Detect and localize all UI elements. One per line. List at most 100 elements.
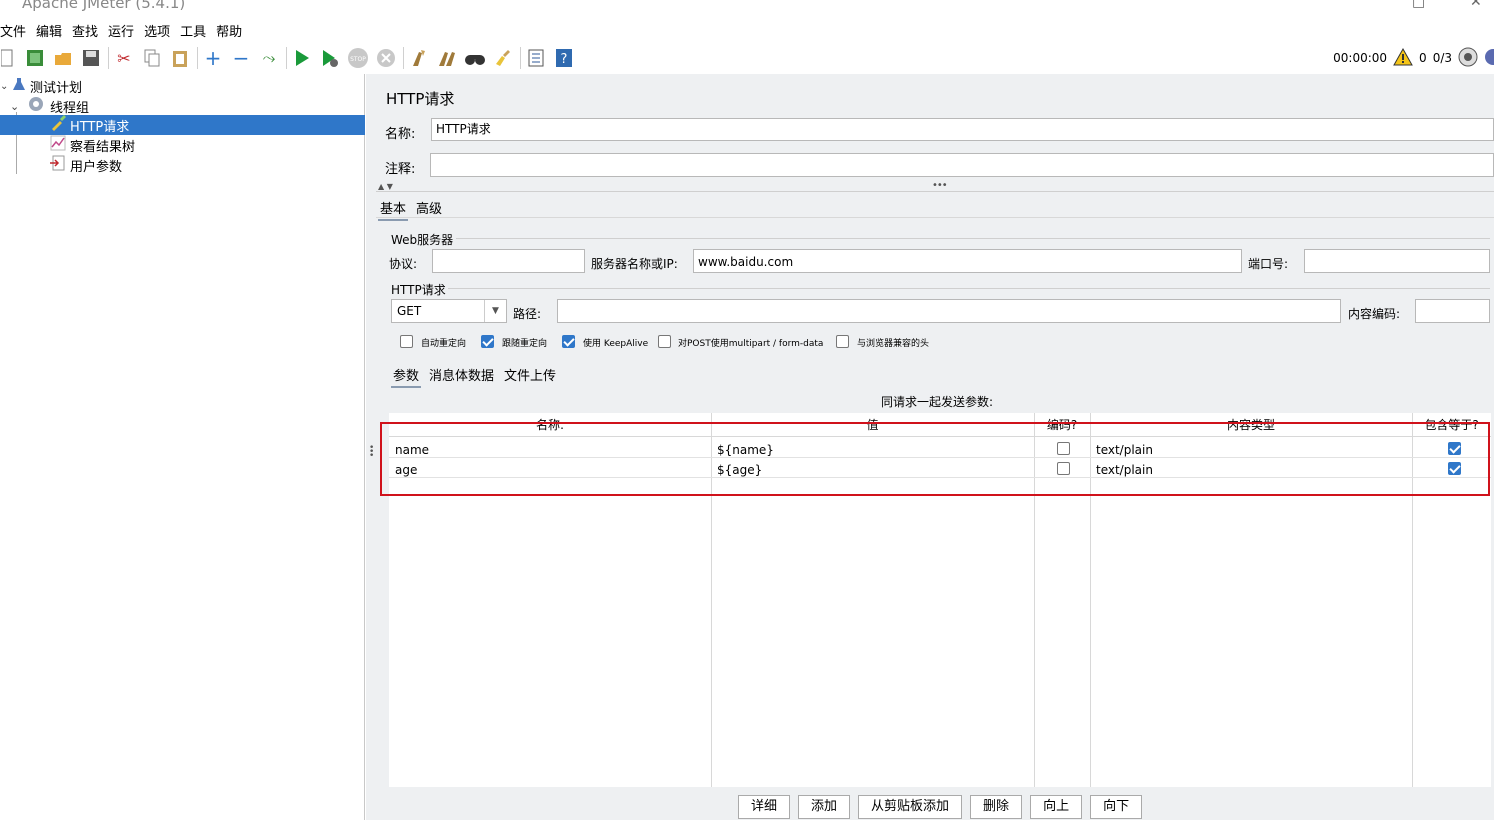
menu-help[interactable]: 帮助 xyxy=(210,21,242,40)
log-viewer-icon[interactable] xyxy=(1484,47,1494,70)
maximize-button[interactable]: □ xyxy=(1412,0,1425,10)
stop-icon[interactable]: STOP xyxy=(347,47,369,69)
param-name-cell[interactable]: name xyxy=(395,443,429,457)
add-button[interactable]: 添加 xyxy=(798,795,851,819)
menu-tools[interactable]: 工具 xyxy=(174,21,206,40)
warning-icon[interactable] xyxy=(1393,47,1413,69)
name-input[interactable]: HTTP请求 xyxy=(431,118,1494,141)
fieldset-border xyxy=(448,288,1490,289)
collapse-toggle-icon[interactable]: ⌄ xyxy=(0,81,12,92)
clear-icon[interactable] xyxy=(408,47,430,69)
move-down-button[interactable]: 向下 xyxy=(1090,795,1143,819)
param-value-cell[interactable]: ${name} xyxy=(717,443,774,457)
search-icon[interactable] xyxy=(464,47,486,69)
param-value-cell[interactable]: ${age} xyxy=(717,463,762,477)
menu-run[interactable]: 运行 xyxy=(102,21,134,40)
toolbar-separator xyxy=(286,47,287,69)
open-icon[interactable] xyxy=(52,47,74,69)
tab-body-data[interactable]: 消息体数据 xyxy=(427,365,496,388)
include-equals-checkbox[interactable] xyxy=(1448,462,1461,475)
toolbar-separator xyxy=(520,47,521,69)
menu-file[interactable]: 文件 xyxy=(0,21,26,40)
param-name-cell[interactable]: age xyxy=(395,463,417,477)
toolbar-separator xyxy=(197,47,198,69)
browser-headers-checkbox[interactable] xyxy=(836,335,849,348)
new-icon[interactable] xyxy=(0,47,14,69)
column-header-include-equals[interactable]: 包含等于? xyxy=(1412,413,1491,437)
fieldset-border xyxy=(456,238,1490,239)
table-actions: 详细 添加 从剪贴板添加 删除 向上 向下 xyxy=(738,795,1150,819)
tree-item-http-request[interactable]: HTTP请求 xyxy=(0,115,365,135)
column-header-content-type[interactable]: 内容类型 xyxy=(1090,413,1412,437)
column-header-encode[interactable]: 编码? xyxy=(1034,413,1090,437)
divider-handle-icon[interactable]: ••• xyxy=(932,180,948,191)
auto-redirect-checkbox[interactable] xyxy=(400,335,413,348)
browser-headers-label: 与浏览器兼容的头 xyxy=(857,339,930,349)
encode-checkbox[interactable] xyxy=(1057,442,1070,455)
tree-item-view-results-tree[interactable]: 察看结果树 xyxy=(0,135,365,155)
tree-item-label: HTTP请求 xyxy=(70,119,130,135)
toolbar-separator xyxy=(108,47,109,69)
include-equals-checkbox[interactable] xyxy=(1448,442,1461,455)
menu-edit[interactable]: 编辑 xyxy=(30,21,62,40)
save-icon[interactable] xyxy=(80,47,102,69)
function-helper-icon[interactable] xyxy=(525,47,547,69)
column-header-value[interactable]: 值 xyxy=(711,413,1034,437)
reset-search-icon[interactable] xyxy=(492,47,514,69)
paste-icon[interactable] xyxy=(169,47,191,69)
path-label: 路径: xyxy=(513,307,542,321)
collapse-icon[interactable]: − xyxy=(230,46,252,70)
content-type-cell[interactable]: text/plain xyxy=(1096,443,1153,457)
comment-label: 注释: xyxy=(385,162,416,177)
tree-item-test-plan[interactable]: ⌄ 测试计划 xyxy=(0,76,365,96)
move-up-button[interactable]: 向上 xyxy=(1030,795,1083,819)
menu-search[interactable]: 查找 xyxy=(66,21,98,40)
divider xyxy=(376,191,1494,192)
tree-item-label: 测试计划 xyxy=(30,80,83,96)
encoding-input[interactable] xyxy=(1415,299,1490,323)
comment-input[interactable] xyxy=(430,153,1494,177)
cut-icon[interactable]: ✂ xyxy=(113,47,135,69)
drag-handle-icon[interactable]: • • • xyxy=(369,444,374,461)
encode-checkbox[interactable] xyxy=(1057,462,1070,475)
collapse-arrows-icon[interactable]: ▲ ▼ xyxy=(378,182,393,191)
chevron-down-icon[interactable]: ▼ xyxy=(484,300,506,322)
column-divider xyxy=(711,413,712,787)
start-icon[interactable] xyxy=(291,47,313,69)
help-icon[interactable]: ? xyxy=(553,47,575,69)
templates-icon[interactable] xyxy=(24,47,46,69)
delete-button[interactable]: 删除 xyxy=(970,795,1023,819)
add-from-clipboard-button[interactable]: 从剪贴板添加 xyxy=(858,795,963,819)
chevron-down-icon[interactable]: ⌄ xyxy=(10,100,28,113)
detail-button[interactable]: 详细 xyxy=(738,795,791,819)
split-pane-divider[interactable]: • • • xyxy=(366,74,376,820)
row-divider xyxy=(389,477,1491,478)
keepalive-checkbox[interactable] xyxy=(562,335,575,348)
tree-item-label: 线程组 xyxy=(50,100,90,116)
shutdown-icon[interactable] xyxy=(375,47,397,69)
clear-all-icon[interactable] xyxy=(436,47,458,69)
content-type-cell[interactable]: text/plain xyxy=(1096,463,1153,477)
tree-item-thread-group[interactable]: ⌄ 线程组 xyxy=(10,96,365,116)
start-no-pause-icon[interactable] xyxy=(319,47,341,69)
auto-redirect-label: 自动重定向 xyxy=(421,339,467,349)
port-input[interactable] xyxy=(1304,249,1490,273)
copy-icon[interactable] xyxy=(141,47,163,69)
multipart-checkbox[interactable] xyxy=(658,335,671,348)
tab-parameters[interactable]: 参数 xyxy=(391,365,422,388)
menu-options[interactable]: 选项 xyxy=(138,21,170,40)
method-select[interactable]: GET ▼ xyxy=(391,299,507,323)
server-input[interactable]: www.baidu.com xyxy=(693,249,1242,273)
toggle-icon[interactable]: ⤳ xyxy=(258,47,280,69)
expand-icon[interactable]: + xyxy=(202,46,224,70)
follow-redirect-checkbox[interactable] xyxy=(481,335,494,348)
column-header-name[interactable]: 名称: xyxy=(389,413,711,437)
test-plan-tree: ⌄ 测试计划 ⌄ 线程组 HTTP请求 察看结果树 用户参数 xyxy=(0,74,365,820)
gear-icon xyxy=(28,96,50,116)
protocol-input[interactable] xyxy=(432,249,585,273)
tab-file-upload[interactable]: 文件上传 xyxy=(502,365,558,388)
tree-item-user-parameters[interactable]: 用户参数 xyxy=(0,155,365,175)
toolbar: ✂ + − ⤳ STOP ? 00:00:00 0 0/3 xyxy=(0,42,1494,74)
path-input[interactable] xyxy=(557,299,1341,323)
close-button[interactable]: ✕ xyxy=(1470,0,1482,10)
